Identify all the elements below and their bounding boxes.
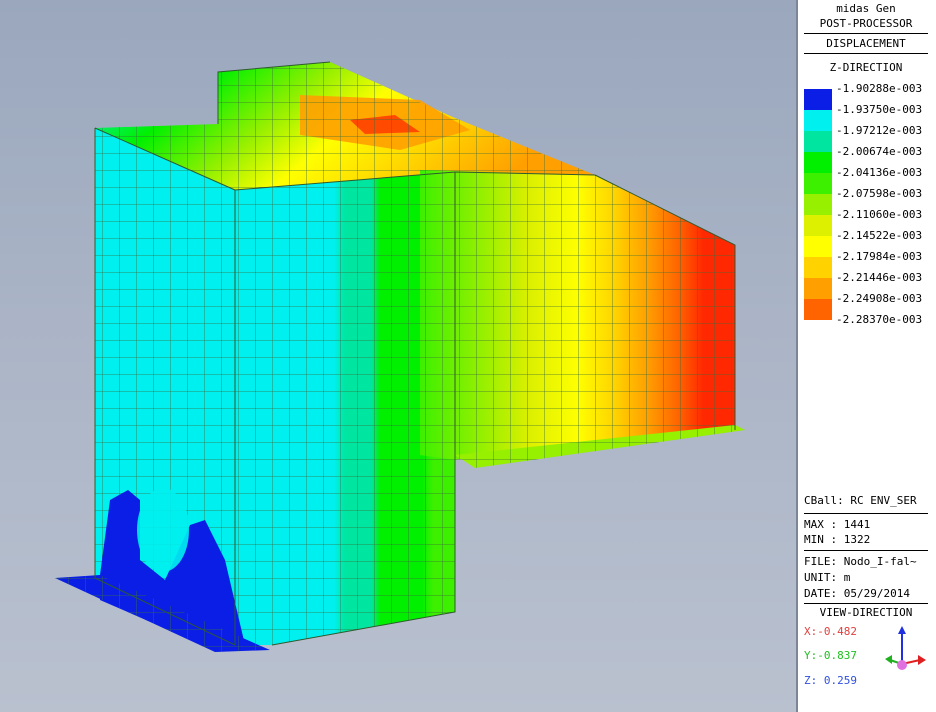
view-x: X:-0.482	[804, 625, 857, 638]
legend-swatch	[804, 215, 832, 236]
result-type: DISPLACEMENT	[826, 37, 906, 50]
legend-value: -2.11060e-003	[836, 208, 923, 221]
min-node: MIN : 1322	[804, 533, 871, 546]
view-z: Z: 0.259	[804, 674, 857, 687]
legend-value: -2.04136e-003	[836, 166, 923, 179]
midas-gen-window: midas Gen POST-PROCESSOR DISPLACEMENT Z-…	[0, 0, 936, 712]
legend-value: -2.07598e-003	[836, 187, 923, 200]
legend-swatch	[804, 110, 832, 131]
legend-swatch	[804, 152, 832, 173]
view-y: Y:-0.837	[804, 649, 857, 662]
legend-value: -2.28370e-003	[836, 313, 923, 326]
legend-item: -2.28370e-003	[804, 313, 934, 326]
legend-value: -2.24908e-003	[836, 292, 923, 305]
legend-swatch	[804, 89, 832, 110]
model-viewport[interactable]	[0, 0, 796, 712]
file-name: FILE: Nodo_I-fal~	[804, 555, 917, 568]
direction-label: Z-DIRECTION	[829, 61, 903, 74]
legend-value: -2.21446e-003	[836, 271, 923, 284]
axis-triad-icon	[885, 626, 926, 670]
divider	[804, 33, 928, 34]
legend-swatch	[804, 278, 832, 299]
legend-swatch	[804, 299, 832, 320]
legend-panel: midas Gen POST-PROCESSOR DISPLACEMENT Z-…	[796, 0, 936, 712]
legend-swatch	[804, 257, 832, 278]
legend-value: -1.93750e-003	[836, 103, 923, 116]
date-label: DATE: 05/29/2014	[804, 587, 910, 600]
legend-swatch	[804, 194, 832, 215]
app-name: midas Gen	[836, 2, 896, 15]
divider	[804, 513, 928, 514]
legend-swatch	[804, 173, 832, 194]
load-case: CBall: RC ENV_SER	[804, 494, 917, 507]
divider	[804, 550, 928, 551]
max-node: MAX : 1441	[804, 518, 871, 531]
module-name: POST-PROCESSOR	[819, 17, 913, 30]
legend-value: -2.17984e-003	[836, 250, 923, 263]
legend-value: -2.00674e-003	[836, 145, 923, 158]
unit-label: UNIT: m	[804, 571, 851, 584]
legend-value: -2.14522e-003	[836, 229, 923, 242]
view-direction-title: VIEW-DIRECTION	[819, 606, 913, 619]
divider	[804, 53, 928, 54]
legend-value: -1.97212e-003	[836, 124, 923, 137]
divider	[804, 603, 928, 604]
cantilever-face	[420, 170, 745, 468]
fea-contour-model	[55, 61, 745, 652]
legend-swatch	[804, 131, 832, 152]
legend-swatch	[804, 236, 832, 257]
legend-value: -1.90288e-003	[836, 82, 923, 95]
